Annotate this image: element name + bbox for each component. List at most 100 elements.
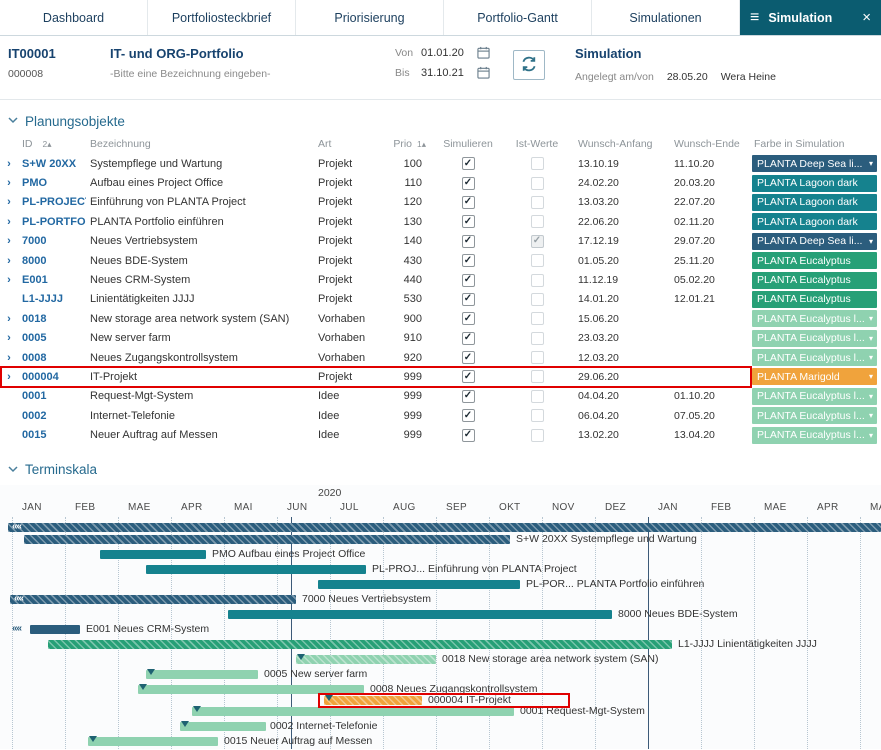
expand-icon[interactable]: ›	[0, 274, 18, 286]
bar-0005[interactable]	[146, 670, 258, 679]
bar-7000[interactable]	[10, 595, 296, 604]
table-row[interactable]: › 0018 New storage area network system (…	[0, 309, 881, 328]
cell-id[interactable]: 0015	[18, 429, 86, 441]
col-wunsch-ende[interactable]: Wunsch-Ende	[666, 138, 752, 150]
color-dropdown[interactable]: PLANTA Lagoon dark	[752, 213, 877, 230]
expand-icon[interactable]: ›	[0, 158, 18, 170]
bar-l1-jjjj[interactable]	[48, 640, 672, 649]
col-wunsch-anfang[interactable]: Wunsch-Anfang	[570, 138, 666, 150]
table-row[interactable]: › 0008 Neues Zugangskontrollsystem Vorha…	[0, 348, 881, 367]
cell-id[interactable]: 0001	[18, 390, 86, 402]
recalculate-button[interactable]	[513, 50, 545, 80]
ist-werte-checkbox[interactable]	[531, 312, 544, 325]
simulieren-checkbox[interactable]: ✓	[462, 254, 475, 267]
bar-0002[interactable]	[180, 722, 266, 731]
col-prio[interactable]: Prio	[393, 138, 412, 150]
portfolio-name-input[interactable]: -Bitte eine Bezeichnung eingeben-	[110, 68, 395, 80]
simulieren-checkbox[interactable]: ✓	[462, 390, 475, 403]
table-row[interactable]: › 8000 Neues BDE-System Projekt 430 ✓ 01…	[0, 251, 881, 270]
cell-id[interactable]: PL-PORTFO...	[18, 216, 86, 228]
table-row[interactable]: › E001 Neues CRM-System Projekt 440 ✓ 11…	[0, 270, 881, 289]
cell-id[interactable]: PL-PROJECT	[18, 196, 86, 208]
simulieren-checkbox[interactable]: ✓	[462, 409, 475, 422]
ist-werte-checkbox[interactable]	[531, 254, 544, 267]
simulieren-checkbox[interactable]: ✓	[462, 215, 475, 228]
simulieren-checkbox[interactable]: ✓	[462, 312, 475, 325]
col-art[interactable]: Art	[310, 138, 388, 150]
expand-icon[interactable]: ›	[0, 332, 18, 344]
ist-werte-checkbox[interactable]	[531, 215, 544, 228]
cell-id[interactable]: 0008	[18, 352, 86, 364]
color-dropdown[interactable]: PLANTA Deep Sea li... ▾	[752, 233, 877, 250]
col-id[interactable]: ID	[22, 138, 33, 150]
ist-werte-checkbox[interactable]	[531, 274, 544, 287]
nav-tab-priorisierung[interactable]: Priorisierung	[296, 0, 444, 35]
ist-werte-checkbox[interactable]	[531, 390, 544, 403]
color-dropdown[interactable]: PLANTA Eucalyptus l... ▾	[752, 310, 877, 327]
simulieren-checkbox[interactable]: ✓	[462, 351, 475, 364]
color-dropdown[interactable]: PLANTA Eucalyptus l... ▾	[752, 330, 877, 347]
simulieren-checkbox[interactable]: ✓	[462, 293, 475, 306]
expand-icon[interactable]: ›	[0, 235, 18, 247]
simulieren-checkbox[interactable]: ✓	[462, 370, 475, 383]
color-dropdown[interactable]: PLANTA Eucalyptus	[752, 252, 877, 269]
ist-werte-checkbox[interactable]	[531, 177, 544, 190]
col-ist-werte[interactable]: Ist-Werte	[504, 138, 570, 150]
bar-sw-20xx[interactable]	[24, 535, 510, 544]
simulieren-checkbox[interactable]: ✓	[462, 177, 475, 190]
simulieren-checkbox[interactable]: ✓	[462, 332, 475, 345]
von-date-field[interactable]: 01.01.20	[421, 47, 477, 59]
cell-id[interactable]: L1-JJJJ	[18, 293, 86, 305]
close-icon[interactable]: ×	[862, 10, 871, 25]
bar-8000[interactable]	[228, 610, 612, 619]
col-simulieren[interactable]: Simulieren	[432, 138, 504, 150]
table-row[interactable]: › PMO Aufbau eines Project Office Projek…	[0, 173, 881, 192]
collapse-chevron-icon[interactable]	[8, 464, 18, 476]
table-row[interactable]: › PL-PORTFO... PLANTA Portfolio einführe…	[0, 212, 881, 231]
simulieren-checkbox[interactable]: ✓	[462, 274, 475, 287]
menu-icon[interactable]: ≡	[750, 10, 759, 26]
tab-simulation-active[interactable]: ≡ Simulation ×	[740, 0, 881, 35]
expand-icon[interactable]: ›	[0, 371, 18, 383]
ist-werte-checkbox[interactable]	[531, 332, 544, 345]
table-row[interactable]: › PL-PROJECT Einführung von PLANTA Proje…	[0, 193, 881, 212]
expand-icon[interactable]: ›	[0, 352, 18, 364]
expand-icon[interactable]: ›	[0, 255, 18, 267]
cell-id[interactable]: PMO	[18, 177, 86, 189]
ist-werte-checkbox[interactable]	[531, 429, 544, 442]
bar-000004[interactable]	[324, 696, 422, 705]
table-row[interactable]: 0001 Request-Mgt-System Idee 999 ✓ 04.04…	[0, 387, 881, 406]
ist-werte-checkbox[interactable]	[531, 293, 544, 306]
terminskala-section-header[interactable]: Terminskala	[0, 459, 881, 481]
planungsobjekte-section-header[interactable]: Planungsobjekte	[0, 110, 881, 132]
bar-0018[interactable]	[296, 655, 436, 664]
table-row[interactable]: 0002 Internet-Telefonie Idee 999 ✓ 06.04…	[0, 406, 881, 425]
cell-id[interactable]: E001	[18, 274, 86, 286]
ist-werte-checkbox[interactable]	[531, 351, 544, 364]
ist-werte-checkbox[interactable]	[531, 370, 544, 383]
color-dropdown[interactable]: PLANTA Eucalyptus l... ▾	[752, 407, 877, 424]
color-dropdown[interactable]: PLANTA Lagoon dark	[752, 175, 877, 192]
table-row[interactable]: › S+W 20XX Systempflege und Wartung Proj…	[0, 154, 881, 173]
simulieren-checkbox[interactable]: ✓	[462, 235, 475, 248]
table-row[interactable]: › 7000 Neues Vertriebsystem Projekt 140 …	[0, 232, 881, 251]
cell-id[interactable]: 0018	[18, 313, 86, 325]
ist-werte-checkbox[interactable]	[531, 409, 544, 422]
color-dropdown[interactable]: PLANTA Eucalyptus l... ▾	[752, 349, 877, 366]
expand-icon[interactable]: ›	[0, 196, 18, 208]
nav-tab-portfolio-gantt[interactable]: Portfolio-Gantt	[444, 0, 592, 35]
table-row[interactable]: › 0005 New server farm Vorhaben 910 ✓ 23…	[0, 329, 881, 348]
cell-id[interactable]: 000004	[18, 371, 86, 383]
nav-tab-dashboard[interactable]: Dashboard	[0, 0, 148, 35]
color-dropdown[interactable]: PLANTA Eucalyptus l... ▾	[752, 388, 877, 405]
ist-werte-checkbox[interactable]	[531, 196, 544, 209]
cell-id[interactable]: 0005	[18, 332, 86, 344]
ist-werte-checkbox[interactable]: ✓	[531, 235, 544, 248]
calendar-icon[interactable]	[477, 46, 490, 59]
nav-tab-simulationen[interactable]: Simulationen	[592, 0, 740, 35]
col-farbe[interactable]: Farbe in Simulation	[752, 138, 881, 150]
simulieren-checkbox[interactable]: ✓	[462, 157, 475, 170]
bar-0001[interactable]	[192, 707, 514, 716]
cell-id[interactable]: 0002	[18, 410, 86, 422]
color-dropdown[interactable]: PLANTA Eucalyptus l... ▾	[752, 427, 877, 444]
